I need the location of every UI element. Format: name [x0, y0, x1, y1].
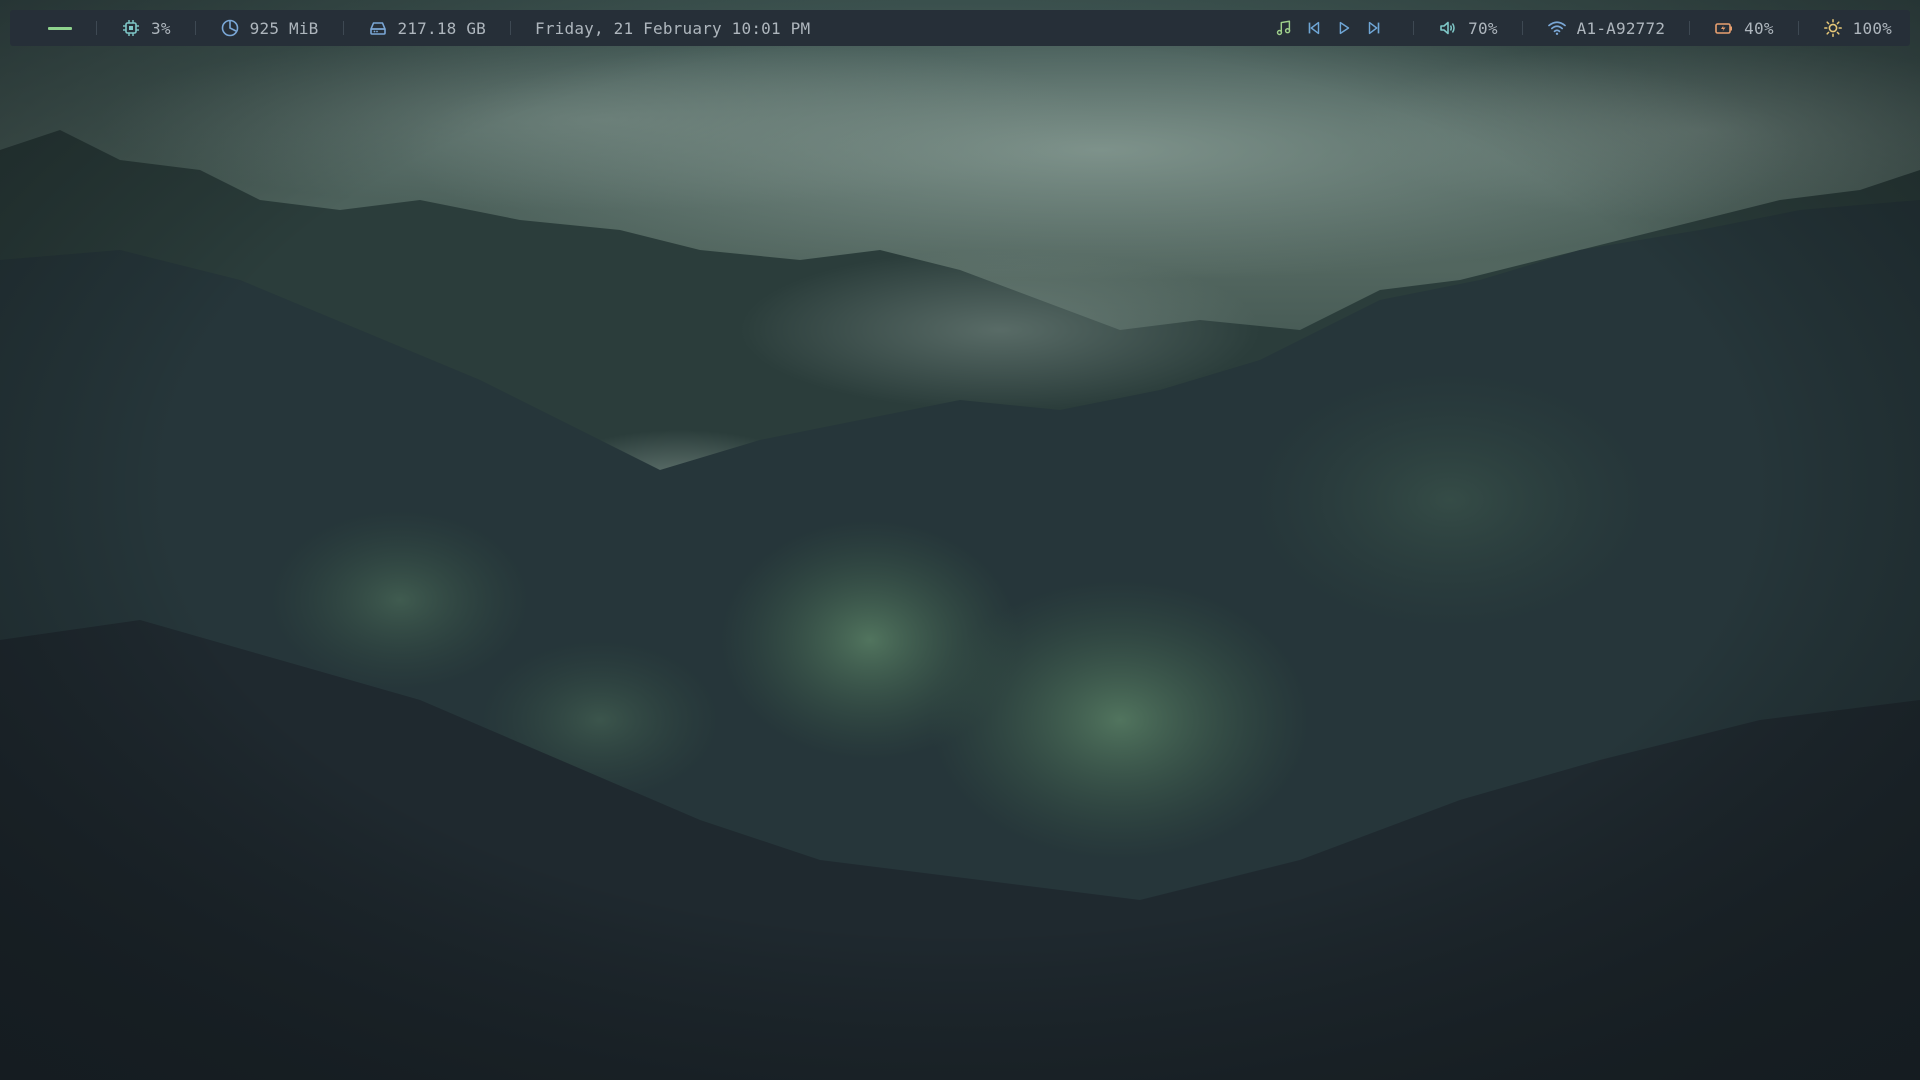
- wallpaper-forest-fog: [0, 0, 1920, 1080]
- brightness-module[interactable]: 100%: [1823, 10, 1892, 46]
- battery-charging-icon: [1714, 18, 1734, 38]
- clock-text: Friday, 21 February 10:01 PM: [535, 18, 811, 38]
- music-note-icon[interactable]: [1274, 18, 1294, 38]
- brightness-value: 100%: [1852, 18, 1892, 38]
- memory-pie-icon: [220, 18, 240, 38]
- disk-icon: [368, 18, 388, 38]
- cpu-module[interactable]: 3%: [121, 10, 171, 46]
- cpu-usage-value: 3%: [151, 18, 171, 38]
- network-module[interactable]: A1-A92772: [1547, 10, 1666, 46]
- status-bar: 3% 925 MiB 217.18 GB Friday, 21 February…: [10, 10, 1910, 46]
- status-bar-right: 70% A1-A92772 40% 100%: [1269, 10, 1910, 46]
- volume-value: 70%: [1468, 18, 1498, 38]
- separator: [342, 21, 344, 35]
- clock-module[interactable]: Friday, 21 February 10:01 PM: [535, 10, 810, 46]
- separator: [1797, 21, 1799, 35]
- separator: [1413, 21, 1415, 35]
- volume-module[interactable]: 70%: [1438, 10, 1498, 46]
- status-bar-left: 3% 925 MiB 217.18 GB Friday, 21 February…: [10, 10, 810, 46]
- network-ssid: A1-A92772: [1576, 18, 1666, 38]
- battery-module[interactable]: 40%: [1714, 10, 1774, 46]
- skip-next-icon[interactable]: [1364, 18, 1384, 38]
- cpu-icon: [121, 18, 141, 38]
- wifi-icon: [1547, 18, 1567, 38]
- workspace-indicator[interactable]: [48, 26, 72, 30]
- separator: [510, 21, 512, 35]
- memory-module[interactable]: 925 MiB: [220, 10, 319, 46]
- skip-previous-icon[interactable]: [1304, 18, 1324, 38]
- separator: [1521, 21, 1523, 35]
- disk-usage-value: 217.18 GB: [397, 18, 487, 38]
- play-icon[interactable]: [1334, 18, 1354, 38]
- memory-usage-value: 925 MiB: [249, 18, 319, 38]
- sun-icon: [1823, 18, 1843, 38]
- desktop: 3% 925 MiB 217.18 GB Friday, 21 February…: [0, 0, 1920, 1080]
- separator: [194, 21, 196, 35]
- speaker-icon: [1438, 18, 1458, 38]
- media-module: [1269, 10, 1389, 46]
- separator: [1689, 21, 1691, 35]
- separator: [96, 21, 97, 35]
- battery-value: 40%: [1744, 18, 1774, 38]
- disk-module[interactable]: 217.18 GB: [368, 10, 487, 46]
